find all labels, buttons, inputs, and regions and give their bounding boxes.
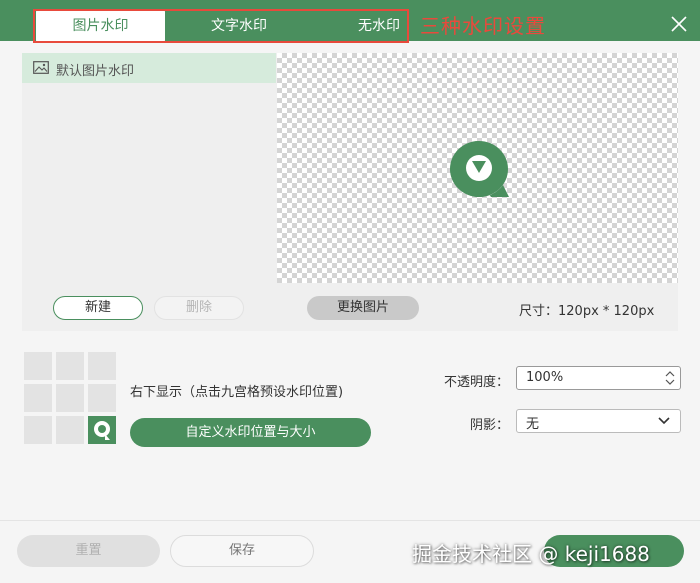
opacity-value: 100% bbox=[526, 370, 564, 385]
grid-cell[interactable] bbox=[24, 352, 52, 380]
new-button[interactable]: 新建 bbox=[53, 296, 143, 320]
list-item-label: 默认图片水印 bbox=[56, 64, 135, 79]
custom-position-button[interactable]: 自定义水印位置与大小 bbox=[130, 418, 371, 447]
annotation-text: 三种水印设置 bbox=[420, 14, 546, 38]
position-description: 右下显示（点击九宫格预设水印位置) bbox=[130, 385, 344, 400]
close-icon[interactable] bbox=[668, 13, 690, 35]
chevron-down-icon bbox=[658, 417, 670, 425]
grid-cell[interactable] bbox=[56, 416, 84, 444]
stepper-arrows-icon[interactable] bbox=[665, 369, 675, 387]
opacity-label: 不透明度： bbox=[444, 375, 510, 390]
shadow-label: 阴影： bbox=[470, 418, 510, 433]
logo-icon bbox=[94, 421, 110, 440]
reset-button[interactable]: 重置 bbox=[17, 535, 160, 567]
shadow-value: 无 bbox=[526, 417, 540, 432]
grid-cell[interactable] bbox=[24, 416, 52, 444]
delete-button[interactable]: 删除 bbox=[154, 296, 244, 320]
shadow-select[interactable]: 无 bbox=[516, 409, 681, 433]
save-button[interactable]: 保存 bbox=[170, 535, 314, 567]
grid-cell[interactable] bbox=[88, 352, 116, 380]
grid-cell[interactable] bbox=[56, 352, 84, 380]
image-icon bbox=[33, 61, 49, 74]
grid-cell[interactable] bbox=[88, 384, 116, 412]
grid-cell-selected[interactable] bbox=[88, 416, 116, 444]
size-label: 尺寸：120px * 120px bbox=[519, 304, 655, 319]
position-grid bbox=[24, 352, 116, 444]
watermark-overlay-text: 掘金技术社区 @ keji1688 bbox=[412, 542, 650, 566]
watermark-list bbox=[22, 53, 276, 283]
replace-image-button[interactable]: 更换图片 bbox=[307, 296, 419, 320]
logo-icon bbox=[448, 140, 510, 198]
grid-cell[interactable] bbox=[56, 384, 84, 412]
annotation-box bbox=[33, 9, 409, 43]
opacity-stepper[interactable]: 100% bbox=[516, 366, 681, 390]
grid-cell[interactable] bbox=[24, 384, 52, 412]
footer-divider bbox=[0, 520, 700, 521]
